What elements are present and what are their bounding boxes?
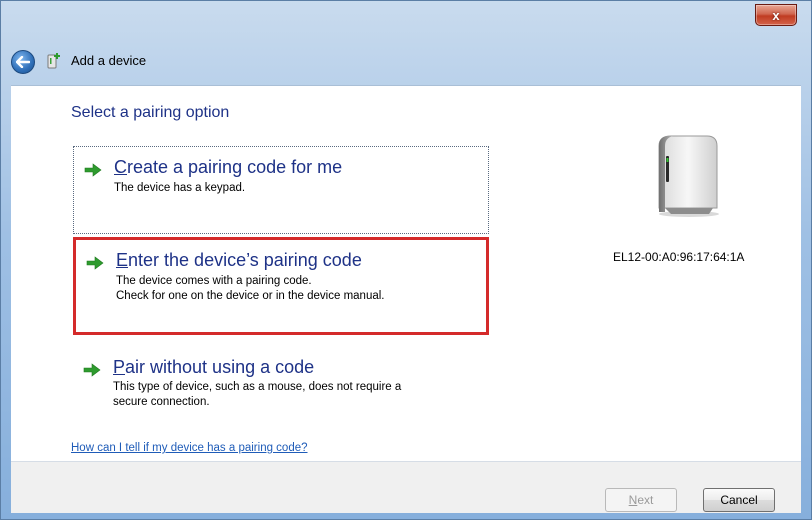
option-pair-without-code[interactable]: Pair without using a code This type of d… xyxy=(73,350,489,420)
cancel-button[interactable]: Cancel xyxy=(703,488,775,512)
add-device-icon xyxy=(47,53,60,69)
close-button[interactable]: x xyxy=(755,4,797,26)
content-pane: Select a pairing option Create a pairing… xyxy=(11,85,801,461)
next-button[interactable]: Next xyxy=(605,488,677,512)
device-address-label: EL12-00:A0:96:17:64:1A xyxy=(613,250,745,264)
green-arrow-icon xyxy=(84,163,102,177)
green-arrow-icon xyxy=(86,256,104,270)
option-enter-pairing-code[interactable]: Enter the device’s pairing code The devi… xyxy=(73,237,489,335)
close-icon: x xyxy=(772,7,780,23)
window-title: Add a device xyxy=(71,53,147,68)
add-device-window: x Add a device Select a pairing option C… xyxy=(0,0,812,520)
back-button[interactable] xyxy=(11,50,35,74)
option-description: This type of device, such as a mouse, do… xyxy=(113,381,402,408)
external-drive-icon xyxy=(658,135,719,217)
option-description: The device comes with a pairing code. Ch… xyxy=(116,275,385,302)
green-arrow-icon xyxy=(83,363,101,377)
option-description: The device has a keypad. xyxy=(114,182,246,194)
option-title: Pair without using a code xyxy=(113,357,315,377)
back-arrow-icon xyxy=(16,56,30,68)
button-bar: Next Cancel xyxy=(11,461,801,513)
option-create-pairing-code[interactable]: Create a pairing code for me The device … xyxy=(73,146,489,234)
option-title: Enter the device’s pairing code xyxy=(116,250,362,270)
help-link[interactable]: How can I tell if my device has a pairin… xyxy=(71,442,308,454)
option-title: Create a pairing code for me xyxy=(114,157,343,177)
page-title: Select a pairing option xyxy=(71,104,230,121)
